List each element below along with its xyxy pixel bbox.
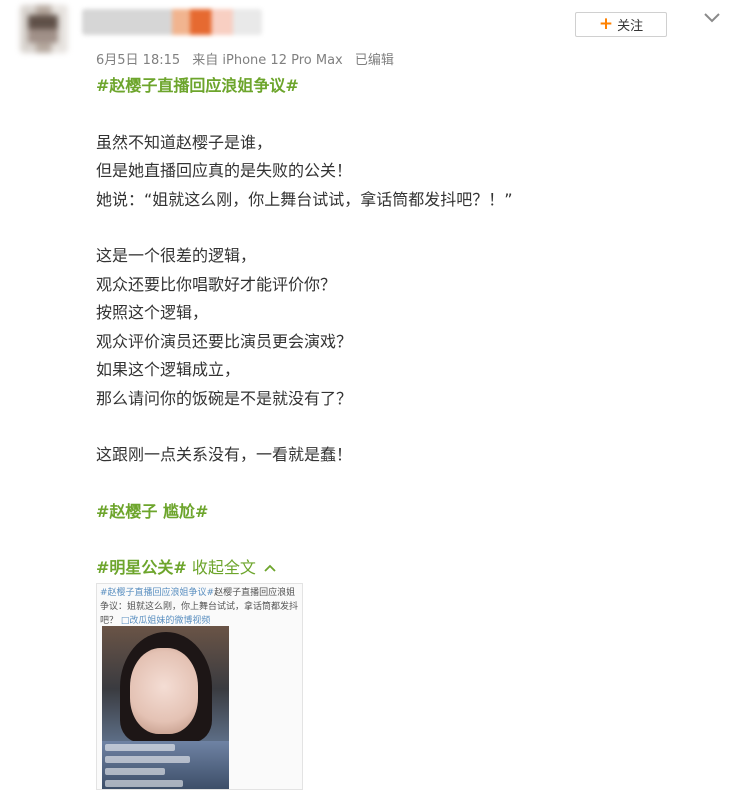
collapse-full-text-link[interactable]: 收起全文: [192, 558, 276, 577]
text-line: 这跟刚一点关系没有，一看就是蠢！: [96, 445, 353, 464]
text-line: 观众评价演员还要比演员更会演戏？: [96, 331, 353, 351]
text-line: 虽然不知道赵樱子是谁，: [96, 132, 273, 152]
text-line: 这是一个很差的逻辑，: [96, 246, 257, 265]
video-frame: [102, 626, 229, 789]
thumbnail-caption: #赵樱子直播回应浪姐争议#赵樱子直播回应浪姐争议：姐就这么刚，你上舞台试试，拿话…: [100, 586, 300, 628]
post-source: 来自 iPhone 12 Pro Max: [192, 53, 343, 68]
text-line: 但是她直播回应真的是失败的公关！: [96, 161, 353, 180]
follow-button[interactable]: + 关注: [575, 12, 667, 37]
chat-overlay-line: [105, 768, 165, 775]
nickname-blurred[interactable]: [82, 9, 262, 35]
hashtag-zhao-awkward[interactable]: #赵樱子 尴尬#: [96, 502, 208, 521]
post-edited[interactable]: 已编辑: [355, 53, 394, 68]
video-thumbnail[interactable]: #赵樱子直播回应浪姐争议#赵樱子直播回应浪姐争议：姐就这么刚，你上舞台试试，拿话…: [96, 583, 303, 790]
post-date[interactable]: 6月5日 18:15: [96, 53, 180, 68]
text-line: 她说：“姐就这么刚，你上舞台试试，拿话筒都发抖吧？！”: [96, 189, 513, 209]
follow-label: 关注: [617, 19, 644, 34]
post-body: #赵樱子直播回应浪姐争议# 虽然不知道赵樱子是谁， 但是她直播回应真的是失败的公…: [96, 72, 716, 583]
chevron-up-icon: [264, 564, 276, 572]
chevron-down-icon[interactable]: [703, 11, 721, 25]
thumbnail-caption-tag: #赵樱子直播回应浪姐争议#: [100, 588, 215, 598]
avatar-face: [28, 15, 58, 43]
chat-overlay-line: [105, 756, 190, 763]
thumbnail-caption-link: □改瓜姐妹的微博视频: [120, 616, 211, 626]
plus-icon: +: [598, 14, 614, 34]
face-shape: [130, 648, 198, 734]
hashtag-title[interactable]: #赵樱子直播回应浪姐争议#: [96, 76, 299, 95]
text-line: 观众还要比你唱歌好才能评价你？: [96, 274, 337, 294]
chat-overlay-line: [105, 780, 183, 787]
collapse-label: 收起全文: [191, 558, 256, 577]
text-line: 那么请问你的饭碗是不是就没有了？: [96, 388, 353, 408]
hashtag-celebrity-pr[interactable]: #明星公关#: [96, 558, 187, 577]
chat-overlay-line: [105, 744, 175, 751]
text-line: 按照这个逻辑，: [96, 303, 209, 322]
text-line: 如果这个逻辑成立，: [96, 360, 241, 379]
post-meta: 6月5日 18:15 来自 iPhone 12 Pro Max 已编辑: [96, 49, 402, 68]
